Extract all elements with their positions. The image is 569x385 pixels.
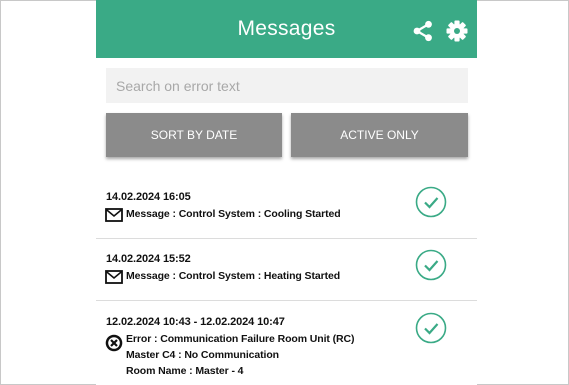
message-text: Error : Communication Failure Room Unit … [126, 333, 355, 345]
message-text: Message : Control System : Heating Start… [126, 270, 341, 282]
envelope-icon [105, 208, 123, 222]
active-only-button[interactable]: ACTIVE ONLY [291, 113, 468, 157]
messages-screen: Messages SORT BY DATE ACTIVE [96, 0, 477, 385]
message-text: Message : Control System : Cooling Start… [126, 208, 341, 220]
app-header: Messages [96, 0, 477, 58]
message-timestamp: 14.02.2024 16:05 [106, 191, 191, 203]
check-circle-icon[interactable] [415, 249, 447, 281]
check-circle-icon[interactable] [415, 186, 447, 218]
message-timestamp: 14.02.2024 15:52 [106, 253, 191, 265]
gear-icon[interactable] [446, 20, 468, 42]
error-x-circle-icon [105, 334, 123, 352]
message-text: Room Name : Master - 4 [126, 365, 244, 377]
share-icon[interactable] [412, 20, 434, 42]
envelope-icon [105, 270, 123, 284]
search-input[interactable] [106, 68, 468, 103]
divider [96, 238, 477, 239]
message-text: Master C4 : No Communication [126, 349, 279, 361]
message-timestamp: 12.02.2024 10:43 - 12.02.2024 10:47 [106, 316, 285, 328]
check-circle-icon[interactable] [415, 312, 447, 344]
sort-by-date-button[interactable]: SORT BY DATE [106, 113, 282, 157]
divider [96, 300, 477, 301]
